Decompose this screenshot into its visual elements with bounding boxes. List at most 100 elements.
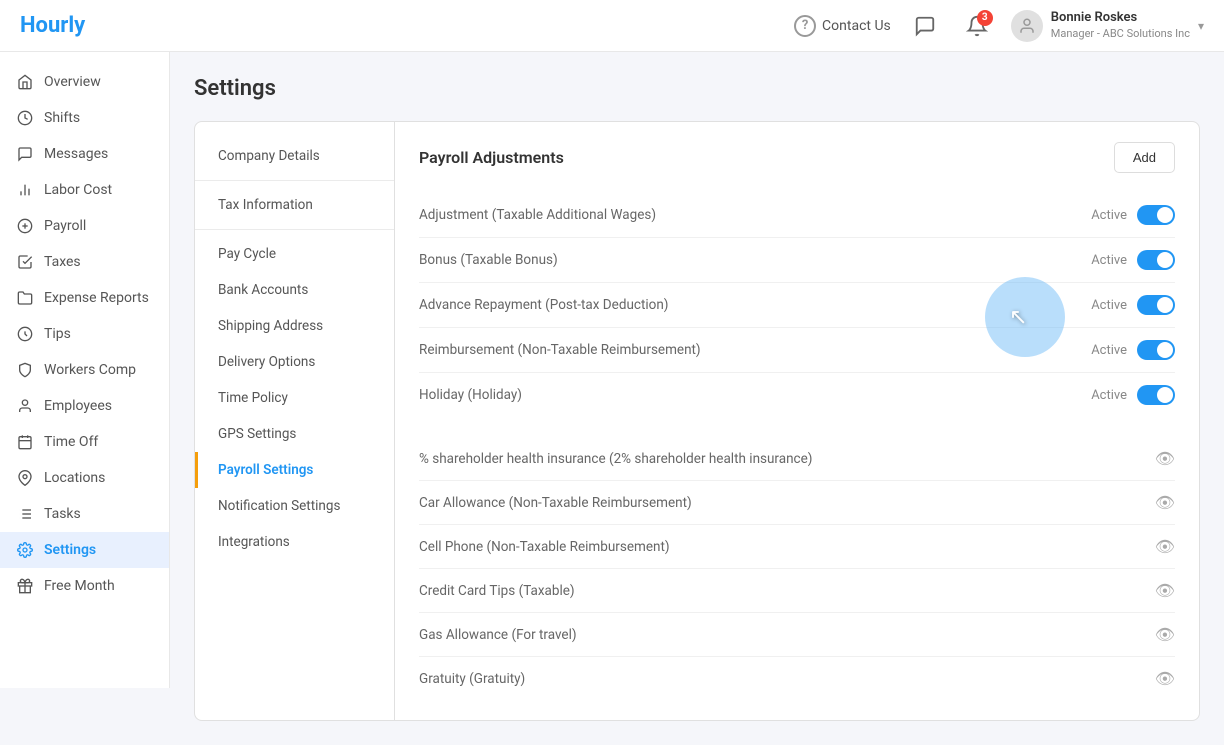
sidebar-item-free-month[interactable]: Free Month (0, 568, 169, 604)
eye-icon[interactable]: 👁 (1155, 493, 1175, 512)
settings-nav-payroll-settings[interactable]: Payroll Settings (195, 452, 394, 488)
settings-content: ↖ Payroll Adjustments Add Adjustment (Ta… (395, 122, 1199, 720)
adjustment-controls: Active (1091, 205, 1175, 225)
toggle-switch[interactable] (1137, 340, 1175, 360)
section-header: Payroll Adjustments Add (419, 142, 1175, 177)
settings-nav-company-details[interactable]: Company Details (195, 138, 394, 174)
gift-icon (16, 577, 34, 595)
adjustment-controls: Active (1091, 295, 1175, 315)
toggle-switch[interactable] (1137, 250, 1175, 270)
adjustment-controls: Active (1091, 250, 1175, 270)
active-label: Active (1091, 298, 1127, 313)
sidebar-item-taxes[interactable]: Taxes (0, 244, 169, 280)
sidebar-item-tips[interactable]: Tips (0, 316, 169, 352)
toggle-switch[interactable] (1137, 205, 1175, 225)
eye-icon[interactable]: 👁 (1155, 581, 1175, 600)
add-button[interactable]: Add (1114, 142, 1175, 173)
sidebar-item-payroll[interactable]: Payroll (0, 208, 169, 244)
message-icon (16, 145, 34, 163)
calendar-icon (16, 433, 34, 451)
sidebar-item-expense-reports[interactable]: Expense Reports (0, 280, 169, 316)
top-navigation: Hourly ? Contact Us 3 (0, 0, 1224, 52)
adjustment-row: Advance Repayment (Post-tax Deduction) A… (419, 283, 1175, 328)
settings-nav-bank-accounts[interactable]: Bank Accounts (195, 272, 394, 308)
settings-nav-notification-settings[interactable]: Notification Settings (195, 488, 394, 524)
sidebar-item-labor-cost[interactable]: Labor Cost (0, 172, 169, 208)
user-role: Manager - ABC Solutions Inc (1051, 27, 1190, 41)
adjustment-controls: Active (1091, 340, 1175, 360)
eye-icon[interactable]: 👁 (1155, 449, 1175, 468)
sidebar-item-tasks[interactable]: Tasks (0, 496, 169, 532)
adjustment-row: Bonus (Taxable Bonus) Active (419, 238, 1175, 283)
active-label: Active (1091, 208, 1127, 223)
settings-nav-delivery-options[interactable]: Delivery Options (195, 344, 394, 380)
adjustment-name: Gas Allowance (For travel) (419, 627, 577, 643)
adjustment-row: Cell Phone (Non-Taxable Reimbursement) 👁 (419, 525, 1175, 569)
adjustment-row: Holiday (Holiday) Active (419, 373, 1175, 417)
sidebar-label: Tasks (44, 506, 81, 522)
notifications-button[interactable]: 3 (959, 8, 995, 44)
adjustment-controls: Active (1091, 385, 1175, 405)
settings-nav-time-policy[interactable]: Time Policy (195, 380, 394, 416)
page-title: Settings (194, 76, 1200, 101)
section-spacer (419, 417, 1175, 437)
sidebar-label: Free Month (44, 578, 115, 594)
adjustment-name: Adjustment (Taxable Additional Wages) (419, 207, 656, 223)
active-label: Active (1091, 388, 1127, 403)
adjustment-name: Advance Repayment (Post-tax Deduction) (419, 297, 669, 313)
sidebar-item-time-off[interactable]: Time Off (0, 424, 169, 460)
eye-icon[interactable]: 👁 (1155, 625, 1175, 644)
eye-icon[interactable]: 👁 (1155, 537, 1175, 556)
contact-us-label: Contact Us (822, 18, 891, 34)
adjustment-row: Gas Allowance (For travel) 👁 (419, 613, 1175, 657)
settings-nav-tax-information[interactable]: Tax Information (195, 187, 394, 223)
adjustment-controls: 👁 (1155, 449, 1175, 468)
notification-badge: 3 (977, 10, 993, 26)
sidebar-item-workers-comp[interactable]: Workers Comp (0, 352, 169, 388)
shield-icon (16, 361, 34, 379)
chat-button[interactable] (907, 8, 943, 44)
sidebar: Overview Shifts Messages Labor Cost Payr… (0, 52, 170, 688)
bar-chart-icon (16, 181, 34, 199)
adjustment-name: Gratuity (Gratuity) (419, 671, 525, 687)
sidebar-item-employees[interactable]: Employees (0, 388, 169, 424)
user-name: Bonnie Roskes (1051, 10, 1190, 27)
adjustment-row: Adjustment (Taxable Additional Wages) Ac… (419, 193, 1175, 238)
sidebar-item-overview[interactable]: Overview (0, 64, 169, 100)
eye-icon[interactable]: 👁 (1155, 669, 1175, 688)
toggle-switch[interactable] (1137, 385, 1175, 405)
sidebar-item-messages[interactable]: Messages (0, 136, 169, 172)
divider (195, 229, 394, 230)
adjustment-name: % shareholder health insurance (2% share… (419, 451, 812, 467)
adjustment-name: Credit Card Tips (Taxable) (419, 583, 575, 599)
sidebar-item-shifts[interactable]: Shifts (0, 100, 169, 136)
settings-nav-gps-settings[interactable]: GPS Settings (195, 416, 394, 452)
adjustment-controls: 👁 (1155, 581, 1175, 600)
person-icon (16, 397, 34, 415)
sidebar-item-locations[interactable]: Locations (0, 460, 169, 496)
sidebar-label: Time Off (44, 434, 98, 450)
toggle-switch[interactable] (1137, 295, 1175, 315)
home-icon (16, 73, 34, 91)
pin-icon (16, 469, 34, 487)
topnav-right: ? Contact Us 3 Bonnie Roskes (794, 8, 1204, 44)
user-menu[interactable]: Bonnie Roskes Manager - ABC Solutions In… (1011, 10, 1204, 42)
adjustment-controls: 👁 (1155, 625, 1175, 644)
adjustment-row: Car Allowance (Non-Taxable Reimbursement… (419, 481, 1175, 525)
settings-panel: Company Details Tax Information Pay Cycl… (194, 121, 1200, 721)
folder-icon (16, 289, 34, 307)
settings-nav-pay-cycle[interactable]: Pay Cycle (195, 236, 394, 272)
gear-icon (16, 541, 34, 559)
settings-nav-shipping-address[interactable]: Shipping Address (195, 308, 394, 344)
adjustment-controls: 👁 (1155, 669, 1175, 688)
user-details: Bonnie Roskes Manager - ABC Solutions In… (1051, 10, 1190, 41)
adjustment-row: Credit Card Tips (Taxable) 👁 (419, 569, 1175, 613)
settings-nav-integrations[interactable]: Integrations (195, 524, 394, 560)
settings-sidebar: Company Details Tax Information Pay Cycl… (195, 122, 395, 720)
sidebar-label: Shifts (44, 110, 80, 126)
sidebar-item-settings[interactable]: Settings (0, 532, 169, 568)
adjustment-name: Reimbursement (Non-Taxable Reimbursement… (419, 342, 701, 358)
clock-icon (16, 109, 34, 127)
sidebar-label: Taxes (44, 254, 81, 270)
contact-us-button[interactable]: ? Contact Us (794, 15, 891, 37)
